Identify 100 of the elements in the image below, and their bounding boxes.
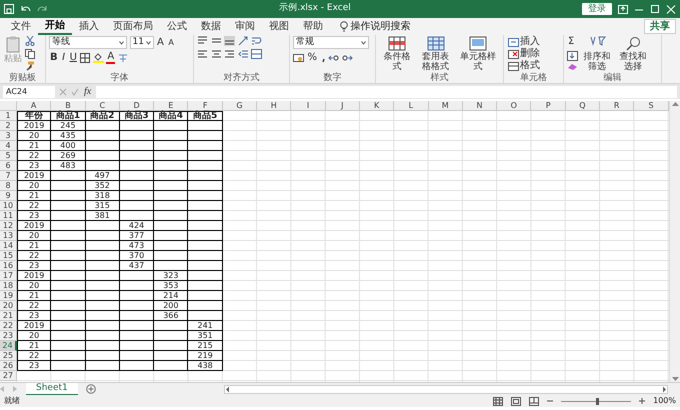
formula-input[interactable] (96, 86, 677, 98)
format-as-table-button[interactable]: 套用表格格式 (417, 36, 454, 72)
caret-icon[interactable] (146, 40, 150, 44)
column-header[interactable]: Q (566, 101, 600, 111)
row-header[interactable]: 22 (0, 321, 17, 331)
row-header[interactable]: 15 (0, 251, 17, 261)
row-header[interactable]: 3 (0, 131, 17, 141)
bold-button[interactable]: B (49, 52, 59, 64)
column-header[interactable]: I (291, 101, 326, 111)
row-header[interactable]: 21 (0, 311, 17, 321)
underline-button[interactable]: U (68, 52, 78, 64)
row-header[interactable]: 8 (0, 181, 17, 191)
row-header[interactable]: 18 (0, 281, 17, 291)
caret-icon[interactable] (361, 40, 366, 44)
percent-button[interactable]: % (306, 52, 318, 64)
align-left-icon[interactable] (197, 48, 208, 58)
align-top-icon[interactable] (197, 36, 208, 46)
scroll-left-icon[interactable] (224, 386, 230, 392)
sort-filter-button[interactable]: 排序和筛选 (580, 36, 614, 72)
column-header[interactable]: F (188, 101, 223, 111)
save-icon[interactable] (4, 4, 14, 14)
row-header[interactable]: 23 (0, 331, 17, 341)
menu-tab[interactable]: 页面布局 (106, 19, 160, 34)
column-header[interactable]: N (462, 101, 498, 111)
column-header[interactable]: S (634, 101, 669, 111)
menu-tab[interactable]: 插入 (72, 19, 106, 34)
name-box[interactable]: AC24 (3, 86, 55, 98)
scroll-up-icon[interactable] (672, 101, 678, 106)
normal-view-icon[interactable] (493, 396, 504, 406)
row-header[interactable]: 11 (0, 211, 17, 221)
increase-font-button[interactable]: A (156, 36, 165, 48)
row-header[interactable]: 10 (0, 201, 17, 211)
row-header[interactable]: 27 (0, 371, 17, 381)
align-right-icon[interactable] (224, 48, 235, 58)
caret-icon[interactable] (119, 40, 124, 44)
number-format-field[interactable]: 常规 (293, 36, 369, 49)
column-header[interactable]: O (497, 101, 532, 111)
font-size-field[interactable]: 11 (130, 36, 154, 49)
row-header[interactable]: 5 (0, 151, 17, 161)
page-break-icon[interactable] (529, 396, 540, 406)
column-header[interactable]: P (531, 101, 566, 111)
cell-styles-button[interactable]: 单元格样式 (456, 36, 500, 72)
column-header[interactable]: H (257, 101, 292, 111)
row-header[interactable]: 17 (0, 271, 17, 281)
align-center-icon[interactable] (210, 48, 222, 58)
column-header[interactable]: A (17, 101, 52, 111)
menu-tab[interactable]: 视图 (262, 19, 296, 34)
copy-icon[interactable] (25, 48, 35, 58)
login-button[interactable]: 登录 (582, 3, 612, 15)
column-header[interactable]: L (394, 101, 429, 111)
fill-color-icon[interactable] (92, 52, 104, 63)
row-header[interactable]: 25 (0, 351, 17, 361)
row-header[interactable]: 24 (0, 341, 17, 351)
zoom-level[interactable]: 100% (653, 395, 676, 407)
column-header[interactable]: G (222, 101, 258, 111)
menu-tab[interactable]: 审阅 (228, 19, 262, 34)
merge-center-icon[interactable] (251, 48, 262, 58)
column-header[interactable]: R (600, 101, 634, 111)
row-header[interactable]: 9 (0, 191, 17, 201)
row-header[interactable]: 2 (0, 121, 17, 131)
row-header[interactable]: 4 (0, 141, 17, 151)
orientation-icon[interactable] (238, 36, 248, 46)
row-header[interactable]: 26 (0, 361, 17, 371)
decrease-indent-icon[interactable] (238, 48, 248, 58)
ribbon-display-icon[interactable] (618, 4, 628, 14)
row-header[interactable]: 14 (0, 241, 17, 251)
font-color-button[interactable]: A (106, 52, 116, 64)
insert-button[interactable]: 插入 (507, 36, 541, 48)
lightbulb-icon[interactable] (340, 21, 348, 32)
italic-button[interactable]: I (61, 52, 66, 64)
decrease-font-button[interactable]: A (167, 36, 175, 48)
currency-icon[interactable] (293, 52, 304, 62)
column-header[interactable]: J (326, 101, 360, 111)
menu-tab[interactable]: 文件 (4, 19, 38, 34)
row-header[interactable]: 19 (0, 291, 17, 301)
zoom-thumb[interactable] (596, 398, 600, 404)
decrease-decimal-icon[interactable] (342, 52, 353, 62)
row-header[interactable]: 13 (0, 231, 17, 241)
row-header[interactable]: 1 (0, 111, 17, 121)
horizontal-scrollbar[interactable] (224, 384, 668, 394)
column-header[interactable]: E (154, 101, 188, 111)
cut-icon[interactable] (25, 36, 35, 46)
font-name-field[interactable]: 等线 (49, 36, 127, 49)
phonetic-icon[interactable] (118, 52, 128, 62)
zoom-out-icon[interactable] (547, 398, 554, 404)
menu-tab[interactable]: 公式 (160, 19, 194, 34)
row-header[interactable]: 16 (0, 261, 17, 271)
align-bottom-icon[interactable] (224, 36, 235, 46)
column-header[interactable]: K (360, 101, 394, 111)
format-button[interactable]: 格式 (507, 60, 541, 72)
row-header[interactable]: 6 (0, 161, 17, 171)
tell-me-search[interactable]: 操作说明搜索 (350, 19, 410, 34)
find-select-button[interactable]: 查找和选择 (616, 36, 650, 72)
wrap-text-icon[interactable] (251, 36, 262, 46)
column-header[interactable]: C (86, 101, 120, 111)
fill-icon[interactable] (567, 50, 578, 60)
row-header[interactable]: 12 (0, 221, 17, 231)
undo-icon[interactable] (20, 4, 31, 14)
borders-icon[interactable] (80, 52, 90, 62)
format-painter-icon[interactable] (25, 61, 35, 71)
